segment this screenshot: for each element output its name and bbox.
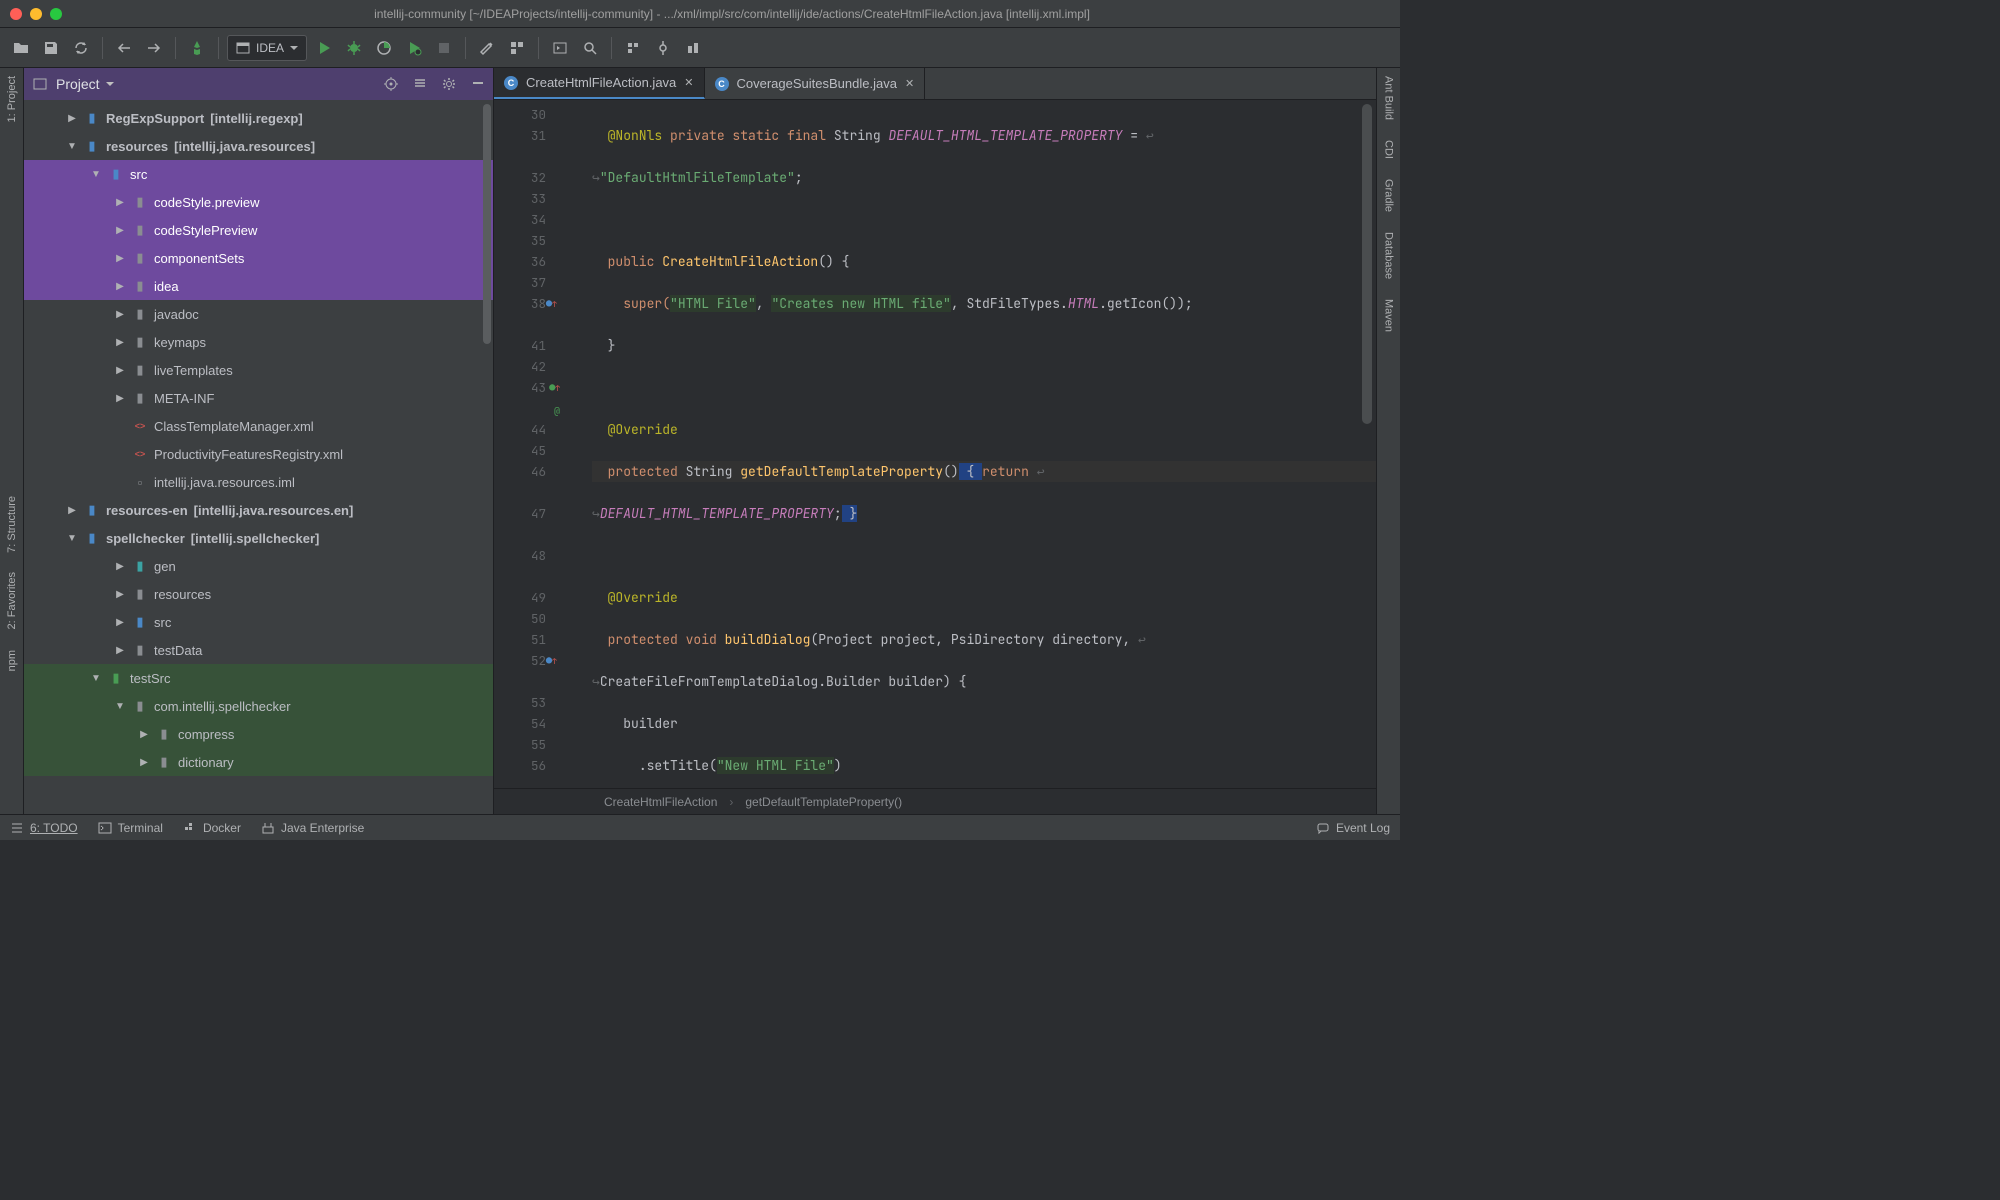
breadcrumb-item[interactable]: getDefaultTemplateProperty()	[745, 795, 902, 809]
editor-tab[interactable]: C CoverageSuitesBundle.java ✕	[705, 68, 926, 99]
right-tool-strip: Ant Build CDI Gradle Database Maven	[1376, 68, 1400, 814]
docker-tool-button[interactable]: Docker	[183, 821, 241, 835]
collapse-icon[interactable]	[413, 76, 427, 92]
open-button[interactable]	[8, 35, 34, 61]
tab-label: CoverageSuitesBundle.java	[737, 76, 897, 91]
tree-item-spellchecker[interactable]: ▼▮spellchecker [intellij.spellchecker]	[24, 524, 493, 552]
window-controls	[10, 8, 62, 20]
project-panel-header: Project	[24, 68, 493, 100]
editor-tab-active[interactable]: C CreateHtmlFileAction.java ✕	[494, 68, 705, 99]
left-tool-strip: 1: Project 7: Structure 2: Favorites npm	[0, 68, 24, 814]
favorites-tool-button[interactable]: 2: Favorites	[6, 572, 18, 629]
tree-item[interactable]: ▶▮idea	[24, 272, 493, 300]
ant-build-tool-button[interactable]: Ant Build	[1383, 76, 1395, 120]
coverage-button[interactable]	[371, 35, 397, 61]
java-class-icon: C	[715, 77, 729, 91]
tree-item[interactable]: ▶▮src	[24, 608, 493, 636]
locate-icon[interactable]	[383, 76, 399, 92]
profile-button[interactable]	[401, 35, 427, 61]
todo-tool-button[interactable]: 6: TODO	[10, 821, 78, 835]
event-log-button[interactable]: Event Log	[1316, 821, 1390, 835]
build-button[interactable]	[184, 35, 210, 61]
tree-item-file[interactable]: ▫intellij.java.resources.iml	[24, 468, 493, 496]
project-tool-button[interactable]: 1: Project	[6, 76, 18, 122]
tree-item[interactable]: ▶▮javadoc	[24, 300, 493, 328]
project-panel: Project ▶▮RegExpSupport [intellij.regexp…	[24, 68, 494, 814]
stop-button[interactable]	[431, 35, 457, 61]
tree-item-regexp[interactable]: ▶▮RegExpSupport [intellij.regexp]	[24, 104, 493, 132]
java-enterprise-tool-button[interactable]: Java Enterprise	[261, 821, 364, 835]
tree-scrollbar[interactable]	[483, 104, 491, 534]
minimize-icon[interactable]	[471, 76, 485, 92]
main-toolbar: IDEA	[0, 28, 1400, 68]
tree-item-resources-en[interactable]: ▶▮resources-en [intellij.java.resources.…	[24, 496, 493, 524]
terminal-tool-button[interactable]: Terminal	[98, 821, 163, 835]
tree-item[interactable]: ▶▮codeStylePreview	[24, 216, 493, 244]
tree-item-file[interactable]: <>ClassTemplateManager.xml	[24, 412, 493, 440]
tree-item-src[interactable]: ▼▮src	[24, 160, 493, 188]
titlebar: intellij-community [~/IDEAProjects/intel…	[0, 0, 1400, 28]
maven-tool-button[interactable]: Maven	[1383, 299, 1395, 332]
back-button[interactable]	[111, 35, 137, 61]
run-config-name: IDEA	[256, 41, 284, 55]
npm-tool-button[interactable]: npm	[6, 650, 18, 671]
tree-item[interactable]: ▶▮dictionary	[24, 748, 493, 776]
java-class-icon: C	[504, 76, 518, 90]
vcs-push-button[interactable]	[680, 35, 706, 61]
editor-scrollbar[interactable]	[1362, 104, 1372, 704]
search-button[interactable]	[577, 35, 603, 61]
window-title: intellij-community [~/IDEAProjects/intel…	[74, 7, 1390, 21]
minimize-window-button[interactable]	[30, 8, 42, 20]
debug-button[interactable]	[341, 35, 367, 61]
project-panel-title[interactable]: Project	[56, 76, 375, 92]
tree-item[interactable]: ▶▮codeStyle.preview	[24, 188, 493, 216]
editor-area: C CreateHtmlFileAction.java ✕ C Coverage…	[494, 68, 1376, 814]
vcs-update-button[interactable]	[620, 35, 646, 61]
project-view-icon	[32, 76, 48, 92]
tree-item[interactable]: ▼▮com.intellij.spellchecker	[24, 692, 493, 720]
gear-icon[interactable]	[441, 76, 457, 92]
tree-item[interactable]: ▶▮compress	[24, 720, 493, 748]
database-tool-button[interactable]: Database	[1383, 232, 1395, 279]
tab-label: CreateHtmlFileAction.java	[526, 75, 676, 90]
tree-item[interactable]: ▶▮resources	[24, 580, 493, 608]
tree-item[interactable]: ▶▮testData	[24, 636, 493, 664]
tree-item-file[interactable]: <>ProductivityFeaturesRegistry.xml	[24, 440, 493, 468]
structure-tool-button[interactable]: 7: Structure	[6, 496, 18, 553]
chevron-down-icon	[106, 80, 114, 88]
breadcrumb-item[interactable]: CreateHtmlFileAction	[604, 795, 717, 809]
editor-tabs: C CreateHtmlFileAction.java ✕ C Coverage…	[494, 68, 1376, 100]
run-button[interactable]	[311, 35, 337, 61]
gradle-tool-button[interactable]: Gradle	[1383, 179, 1395, 212]
tree-item-resources[interactable]: ▼▮resources [intellij.java.resources]	[24, 132, 493, 160]
chevron-down-icon	[290, 44, 298, 52]
vcs-commit-button[interactable]	[650, 35, 676, 61]
run-anything-button[interactable]	[547, 35, 573, 61]
close-window-button[interactable]	[10, 8, 22, 20]
code-editor[interactable]: @NonNls private static final String DEFA…	[564, 100, 1376, 788]
maximize-window-button[interactable]	[50, 8, 62, 20]
settings-button[interactable]	[474, 35, 500, 61]
project-tree[interactable]: ▶▮RegExpSupport [intellij.regexp] ▼▮reso…	[24, 100, 493, 814]
breadcrumb: CreateHtmlFileAction › getDefaultTemplat…	[494, 788, 1376, 814]
cdi-tool-button[interactable]: CDI	[1383, 140, 1395, 159]
project-structure-button[interactable]	[504, 35, 530, 61]
run-config-selector[interactable]: IDEA	[227, 35, 307, 61]
close-icon[interactable]: ✕	[905, 77, 914, 90]
breadcrumb-separator: ›	[729, 795, 733, 809]
status-bar: 6: TODO Terminal Docker Java Enterprise …	[0, 814, 1400, 840]
forward-button[interactable]	[141, 35, 167, 61]
tree-item[interactable]: ▶▮componentSets	[24, 244, 493, 272]
save-button[interactable]	[38, 35, 64, 61]
close-icon[interactable]: ✕	[684, 76, 693, 89]
tree-item[interactable]: ▶▮gen	[24, 552, 493, 580]
tree-item-testsrc[interactable]: ▼▮testSrc	[24, 664, 493, 692]
tree-item[interactable]: ▶▮liveTemplates	[24, 356, 493, 384]
sync-button[interactable]	[68, 35, 94, 61]
editor-gutter[interactable]: 3031 32333435363738 414243 444546 47 48 …	[494, 100, 564, 788]
tree-item[interactable]: ▶▮META-INF	[24, 384, 493, 412]
tree-item[interactable]: ▶▮keymaps	[24, 328, 493, 356]
